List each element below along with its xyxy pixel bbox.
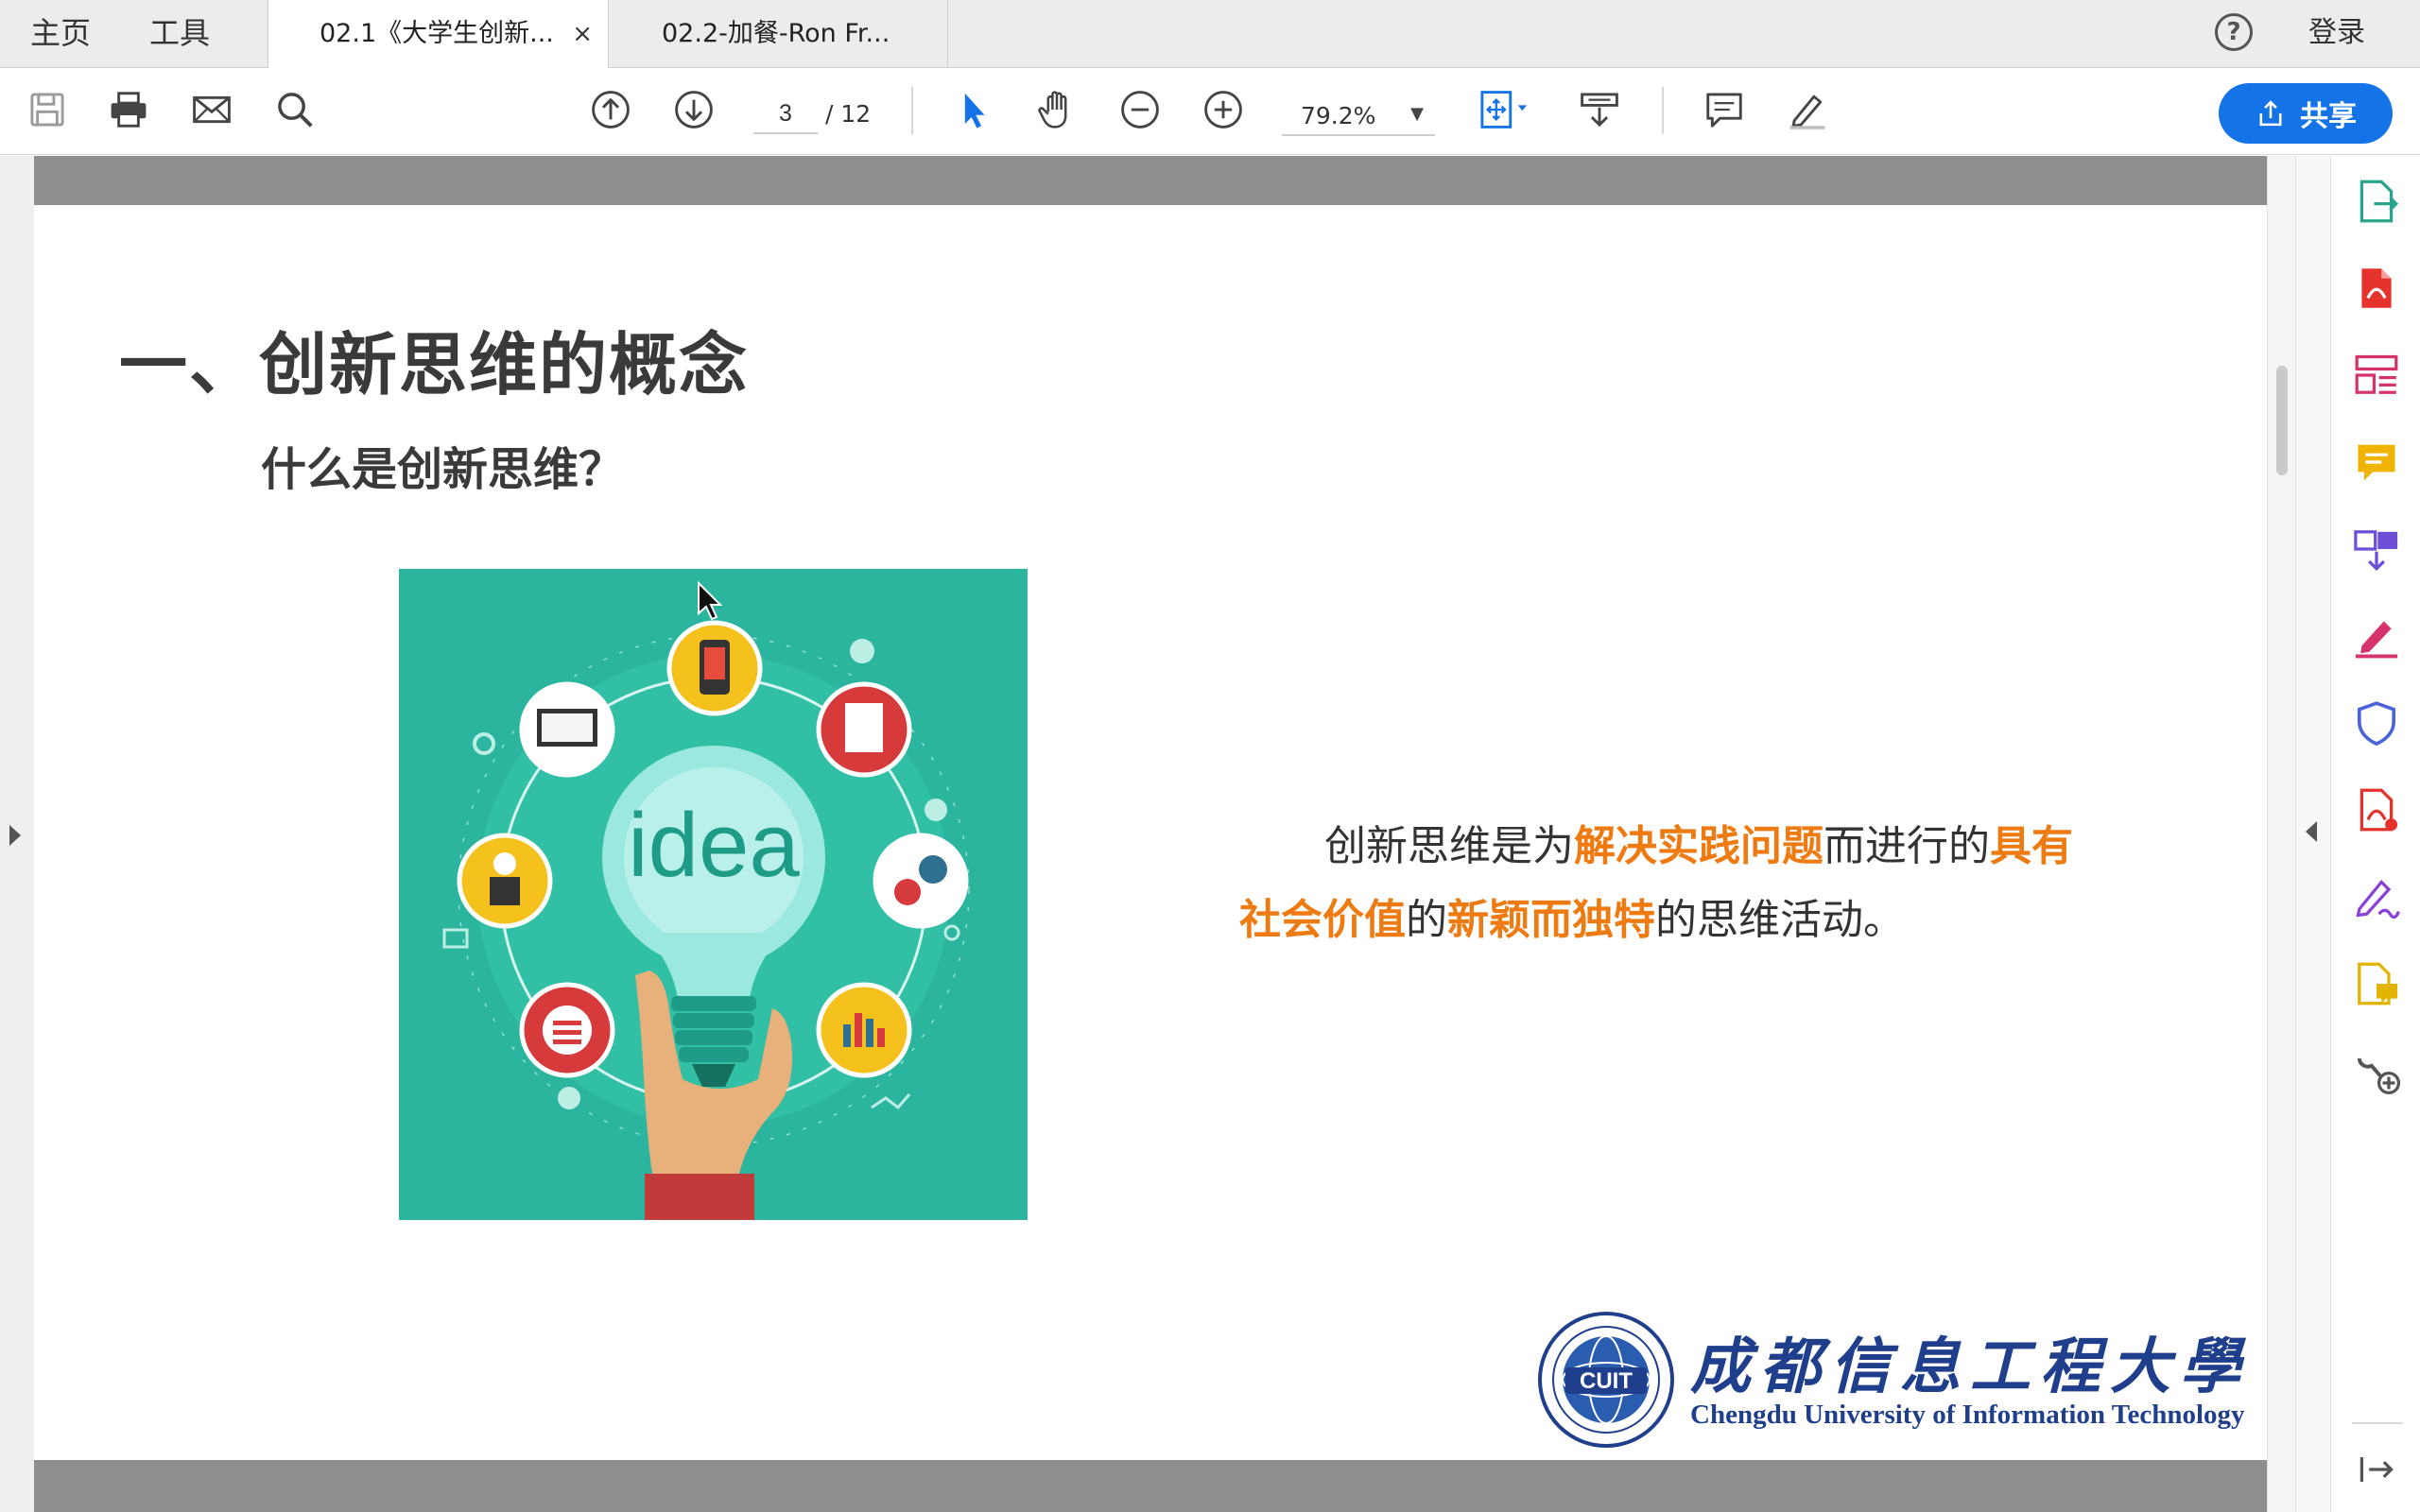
definition-part: 的	[1406, 896, 1447, 944]
tab-document-2-label: 02.2-加餐-Ron Fr...	[662, 19, 890, 48]
seal-text: CUIT	[1580, 1368, 1633, 1394]
definition-highlight: 解决实践问题	[1574, 822, 1824, 870]
login-link[interactable]: 登录	[2308, 0, 2365, 68]
print-button[interactable]	[100, 81, 157, 138]
tools-rail-divider	[2352, 1422, 2403, 1424]
zoom-in-icon	[1204, 91, 1242, 129]
chevron-down-icon: ▼	[1410, 104, 1424, 124]
previous-page-button[interactable]	[582, 81, 639, 138]
definition-part: 而进行的	[1824, 822, 1990, 870]
comment-tool[interactable]	[2352, 438, 2401, 487]
tab-document-2[interactable]: 02.2-加餐-Ron Fr...	[609, 0, 948, 68]
email-icon	[193, 95, 231, 124]
organize-pages-icon	[2355, 354, 2398, 394]
comment-tool-icon	[2358, 444, 2395, 481]
share-label: 共享	[2300, 100, 2357, 133]
combine-files-icon	[2354, 530, 2398, 572]
create-pdf-icon	[2361, 268, 2392, 308]
search-icon	[278, 93, 313, 128]
university-logo: CUIT 成都信息工程大學 Chengdu University of Info…	[1537, 1311, 2265, 1452]
mouse-cursor-icon	[698, 581, 723, 621]
zoom-out-button[interactable]	[1112, 81, 1168, 138]
zoom-level-value: 79.2%	[1301, 102, 1376, 129]
edit-pdf-icon	[2360, 788, 2398, 832]
edit-pdf-tool[interactable]	[2352, 785, 2401, 834]
organize-pages-tool[interactable]	[2352, 351, 2401, 400]
tools-link[interactable]: 工具	[149, 0, 210, 68]
export-pdf-tool[interactable]	[2352, 177, 2401, 226]
email-button[interactable]	[183, 81, 240, 138]
document-viewport[interactable]: 一、创新思维的概念 什么是创新思维？ idea 创新思维是为解决实践问题而进行的…	[0, 156, 2295, 1512]
definition-part: 创新思维是为	[1324, 822, 1574, 870]
hand-tool-icon	[1038, 91, 1067, 129]
university-name-chinese: 成都信息工程大學	[1690, 1332, 2250, 1402]
vertical-scrollbar[interactable]	[2267, 156, 2295, 1512]
toolbar-divider	[1662, 87, 1664, 134]
protect-icon	[2357, 701, 2396, 747]
combine-files-tool[interactable]	[2352, 524, 2401, 574]
request-signature-tool[interactable]	[2352, 872, 2401, 921]
zoom-out-icon	[1121, 91, 1159, 129]
prev-page-icon	[592, 91, 630, 129]
export-pdf-icon	[2360, 180, 2399, 223]
fit-page-icon	[1480, 91, 1527, 129]
fill-sign-icon	[2355, 621, 2398, 659]
fit-page-button[interactable]	[1471, 81, 1539, 138]
illustration-idea-text: idea	[628, 795, 800, 896]
university-name-english: Chengdu University of Information Techno…	[1690, 1400, 2245, 1430]
expand-panel-icon[interactable]	[2352, 1445, 2401, 1494]
toolbar-divider	[911, 87, 913, 134]
scrollbar-thumb[interactable]	[2276, 366, 2288, 475]
share-icon	[2259, 100, 2282, 127]
page-total-label: / 12	[825, 100, 872, 128]
close-tab-icon[interactable]: ×	[572, 0, 593, 68]
tab-document-1-label: 02.1《大学生创新...	[320, 19, 554, 48]
next-page-button[interactable]	[666, 81, 722, 138]
university-seal-icon: CUIT	[1538, 1312, 1674, 1448]
definition-text: 创新思维是为解决实践问题而进行的具有社会价值的新颖而独特的思维活动。	[1239, 810, 2090, 957]
tab-document-1[interactable]: 02.1《大学生创新... ×	[268, 0, 609, 69]
create-pdf-tool[interactable]	[2352, 264, 2401, 313]
tools-rail	[2330, 156, 2420, 1512]
help-icon[interactable]: ?	[2215, 13, 2253, 51]
next-page-icon	[675, 91, 713, 129]
pdf-page: 一、创新思维的概念 什么是创新思维？ idea 创新思维是为解决实践问题而进行的…	[34, 205, 2267, 1460]
highlight-pen-icon	[1789, 94, 1825, 129]
zoom-in-button[interactable]	[1195, 81, 1252, 138]
comment-button[interactable]	[1696, 81, 1753, 138]
save-icon	[30, 93, 64, 127]
hand-tool-button[interactable]	[1028, 81, 1085, 138]
comment-icon	[1706, 93, 1742, 128]
slide-subtitle: 什么是创新思维？	[261, 443, 625, 496]
home-link[interactable]: 主页	[30, 0, 91, 68]
definition-highlight: 新颖而独特	[1447, 896, 1655, 944]
tab-bar: 主页 工具 02.1《大学生创新... × 02.2-加餐-Ron Fr... …	[0, 0, 2420, 69]
search-button[interactable]	[267, 81, 323, 138]
read-mode-icon	[1581, 93, 1618, 128]
print-icon	[111, 92, 147, 128]
save-button[interactable]	[19, 81, 76, 138]
send-for-comments-tool[interactable]	[2352, 959, 2401, 1008]
read-mode-button[interactable]	[1571, 81, 1628, 138]
more-tools[interactable]	[2352, 1046, 2401, 1095]
right-tools-panel	[2295, 156, 2420, 1512]
fill-sign-tool[interactable]	[2352, 611, 2401, 661]
select-cursor-icon	[964, 93, 985, 129]
protect-tool[interactable]	[2352, 698, 2401, 747]
definition-part: 的思维活动。	[1655, 896, 1905, 944]
collapse-right-panel-icon[interactable]	[2306, 821, 2317, 842]
request-signature-icon	[2356, 879, 2400, 919]
select-tool-button[interactable]	[945, 81, 1002, 138]
send-for-comments-icon	[2358, 962, 2398, 1005]
highlight-button[interactable]	[1779, 81, 1836, 138]
share-button[interactable]: 共享	[2219, 83, 2393, 144]
slide-title: 一、创新思维的概念	[119, 325, 750, 404]
page-number-input[interactable]	[753, 94, 818, 134]
left-panel-strip	[0, 156, 34, 1512]
zoom-level-select[interactable]: 79.2% ▼	[1282, 94, 1435, 136]
idea-lightbulb-illustration: idea	[399, 569, 1028, 1220]
toolbar: / 12 79.2% ▼ 共享	[0, 68, 2420, 155]
expand-left-panel-icon[interactable]	[9, 825, 21, 846]
more-tools-icon	[2357, 1057, 2401, 1095]
